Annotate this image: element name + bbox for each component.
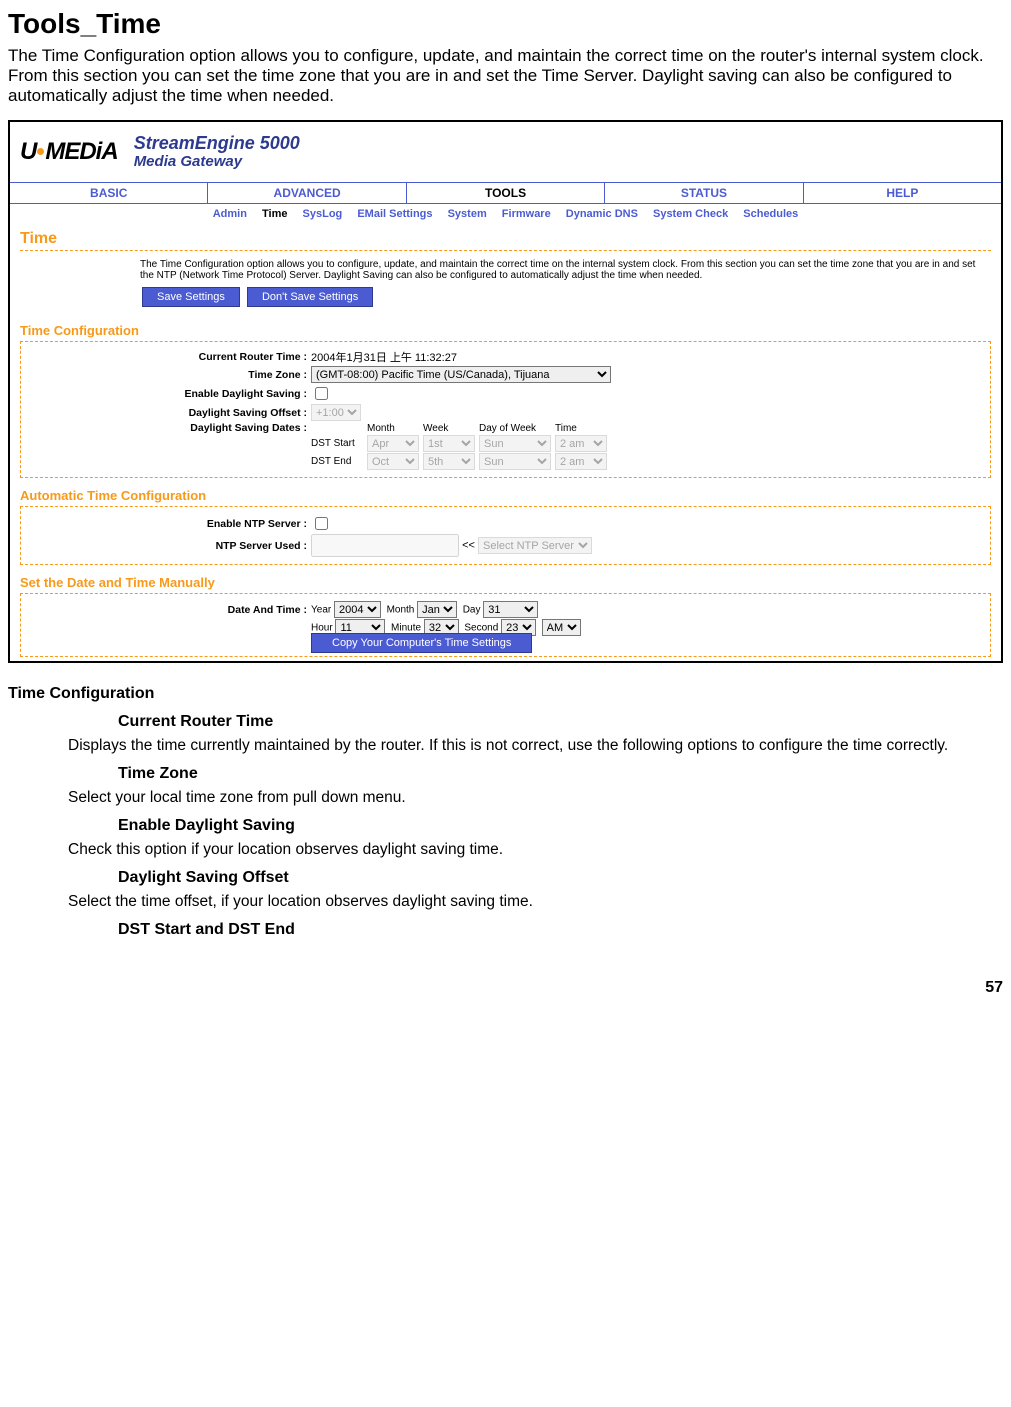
- eds-label: Enable Daylight Saving :: [27, 388, 307, 400]
- subtab-schedules[interactable]: Schedules: [743, 208, 798, 220]
- dsd-label: Daylight Saving Dates :: [27, 422, 307, 434]
- save-button[interactable]: Save Settings: [142, 287, 240, 307]
- doc-h2: Time Configuration: [8, 685, 1003, 703]
- intro-text: The Time Configuration option allows you…: [8, 46, 1003, 106]
- tz-label: Time Zone :: [27, 369, 307, 381]
- subtab-time[interactable]: Time: [262, 208, 287, 220]
- dst-start-dow[interactable]: Sun: [479, 435, 551, 452]
- dat-label: Date And Time :: [27, 604, 307, 616]
- dst-start-time[interactable]: 2 am: [555, 435, 607, 452]
- crt-value: 2004年1月31日 上午 11:32:27: [311, 349, 984, 365]
- dst-start-label: DST Start: [311, 438, 363, 449]
- dst-start-week[interactable]: 1st: [423, 435, 475, 452]
- tab-tools[interactable]: TOOLS: [407, 183, 605, 203]
- man-box: Date And Time : Year 2004 Month Jan Day …: [20, 593, 991, 657]
- page-number: 57: [8, 979, 1003, 997]
- subtab-syslog[interactable]: SysLog: [303, 208, 343, 220]
- tab-help[interactable]: HELP: [804, 183, 1001, 203]
- divider: [20, 250, 991, 251]
- doc-h3-dso: Daylight Saving Offset: [118, 869, 1003, 887]
- ntp-server-input[interactable]: [311, 534, 459, 557]
- main-tabs: BASIC ADVANCED TOOLS STATUS HELP: [10, 182, 1001, 204]
- subtab-admin[interactable]: Admin: [213, 208, 247, 220]
- doc-h3-crt: Current Router Time: [118, 713, 1003, 731]
- arrow-icon: <<: [462, 540, 475, 552]
- product-title: StreamEngine 5000Media Gateway: [134, 134, 300, 170]
- section-note: The Time Configuration option allows you…: [140, 259, 991, 281]
- logo: UMEDiA: [20, 138, 118, 166]
- year-select[interactable]: 2004: [334, 601, 381, 618]
- dst-end-dow[interactable]: Sun: [479, 453, 551, 470]
- page-heading: Tools_Time: [8, 8, 1003, 40]
- hdr-week: Week: [423, 423, 475, 434]
- subtab-firmware[interactable]: Firmware: [502, 208, 551, 220]
- tc-heading: Time Configuration: [20, 323, 991, 338]
- hdr-time: Time: [555, 423, 607, 434]
- subtab-syscheck[interactable]: System Check: [653, 208, 728, 220]
- dso-select[interactable]: +1:00: [311, 404, 361, 421]
- doc-h3-eds: Enable Daylight Saving: [118, 817, 1003, 835]
- dst-start-month[interactable]: Apr: [367, 435, 419, 452]
- tab-advanced[interactable]: ADVANCED: [208, 183, 406, 203]
- subtab-ddns[interactable]: Dynamic DNS: [566, 208, 638, 220]
- doc-p-tz: Select your local time zone from pull do…: [68, 789, 1003, 807]
- copy-time-button[interactable]: Copy Your Computer's Time Settings: [311, 633, 532, 653]
- tab-basic[interactable]: BASIC: [10, 183, 208, 203]
- hdr-month: Month: [367, 423, 419, 434]
- subtab-email[interactable]: EMail Settings: [357, 208, 432, 220]
- man-heading: Set the Date and Time Manually: [20, 575, 991, 590]
- screenshot-panel: UMEDiA StreamEngine 5000Media Gateway BA…: [8, 120, 1003, 663]
- doc-h3-dst: DST Start and DST End: [118, 921, 1003, 939]
- atc-heading: Automatic Time Configuration: [20, 488, 991, 503]
- dont-save-button[interactable]: Don't Save Settings: [247, 287, 373, 307]
- subtab-system[interactable]: System: [448, 208, 487, 220]
- tc-box: Current Router Time : 2004年1月31日 上午 11:32…: [20, 341, 991, 478]
- dst-end-time[interactable]: 2 am: [555, 453, 607, 470]
- dst-end-label: DST End: [311, 456, 363, 467]
- month-select[interactable]: Jan: [417, 601, 457, 618]
- ntp-used-label: NTP Server Used :: [27, 540, 307, 552]
- doc-section: Time Configuration Current Router Time D…: [8, 685, 1003, 939]
- hdr-dow: Day of Week: [479, 423, 551, 434]
- tab-status[interactable]: STATUS: [605, 183, 803, 203]
- dso-label: Daylight Saving Offset :: [27, 407, 307, 419]
- atc-box: Enable NTP Server : NTP Server Used : <<…: [20, 506, 991, 565]
- logo-dot-icon: [37, 148, 44, 155]
- dst-end-week[interactable]: 5th: [423, 453, 475, 470]
- ampm-select[interactable]: AM: [542, 619, 581, 636]
- doc-p-eds: Check this option if your location obser…: [68, 841, 1003, 859]
- section-title-time: Time: [20, 230, 991, 248]
- day-select[interactable]: 31: [483, 601, 538, 618]
- ntp-en-label: Enable NTP Server :: [27, 518, 307, 530]
- eds-checkbox[interactable]: [315, 387, 328, 400]
- doc-h3-tz: Time Zone: [118, 765, 1003, 783]
- sub-tabs: Admin Time SysLog EMail Settings System …: [10, 204, 1001, 224]
- doc-p-crt: Displays the time currently maintained b…: [68, 737, 1003, 755]
- tz-select[interactable]: (GMT-08:00) Pacific Time (US/Canada), Ti…: [311, 366, 611, 383]
- dst-end-month[interactable]: Oct: [367, 453, 419, 470]
- crt-label: Current Router Time :: [27, 351, 307, 363]
- ntp-server-select[interactable]: Select NTP Server: [478, 537, 592, 554]
- ntp-en-checkbox[interactable]: [315, 517, 328, 530]
- doc-p-dso: Select the time offset, if your location…: [68, 893, 1003, 911]
